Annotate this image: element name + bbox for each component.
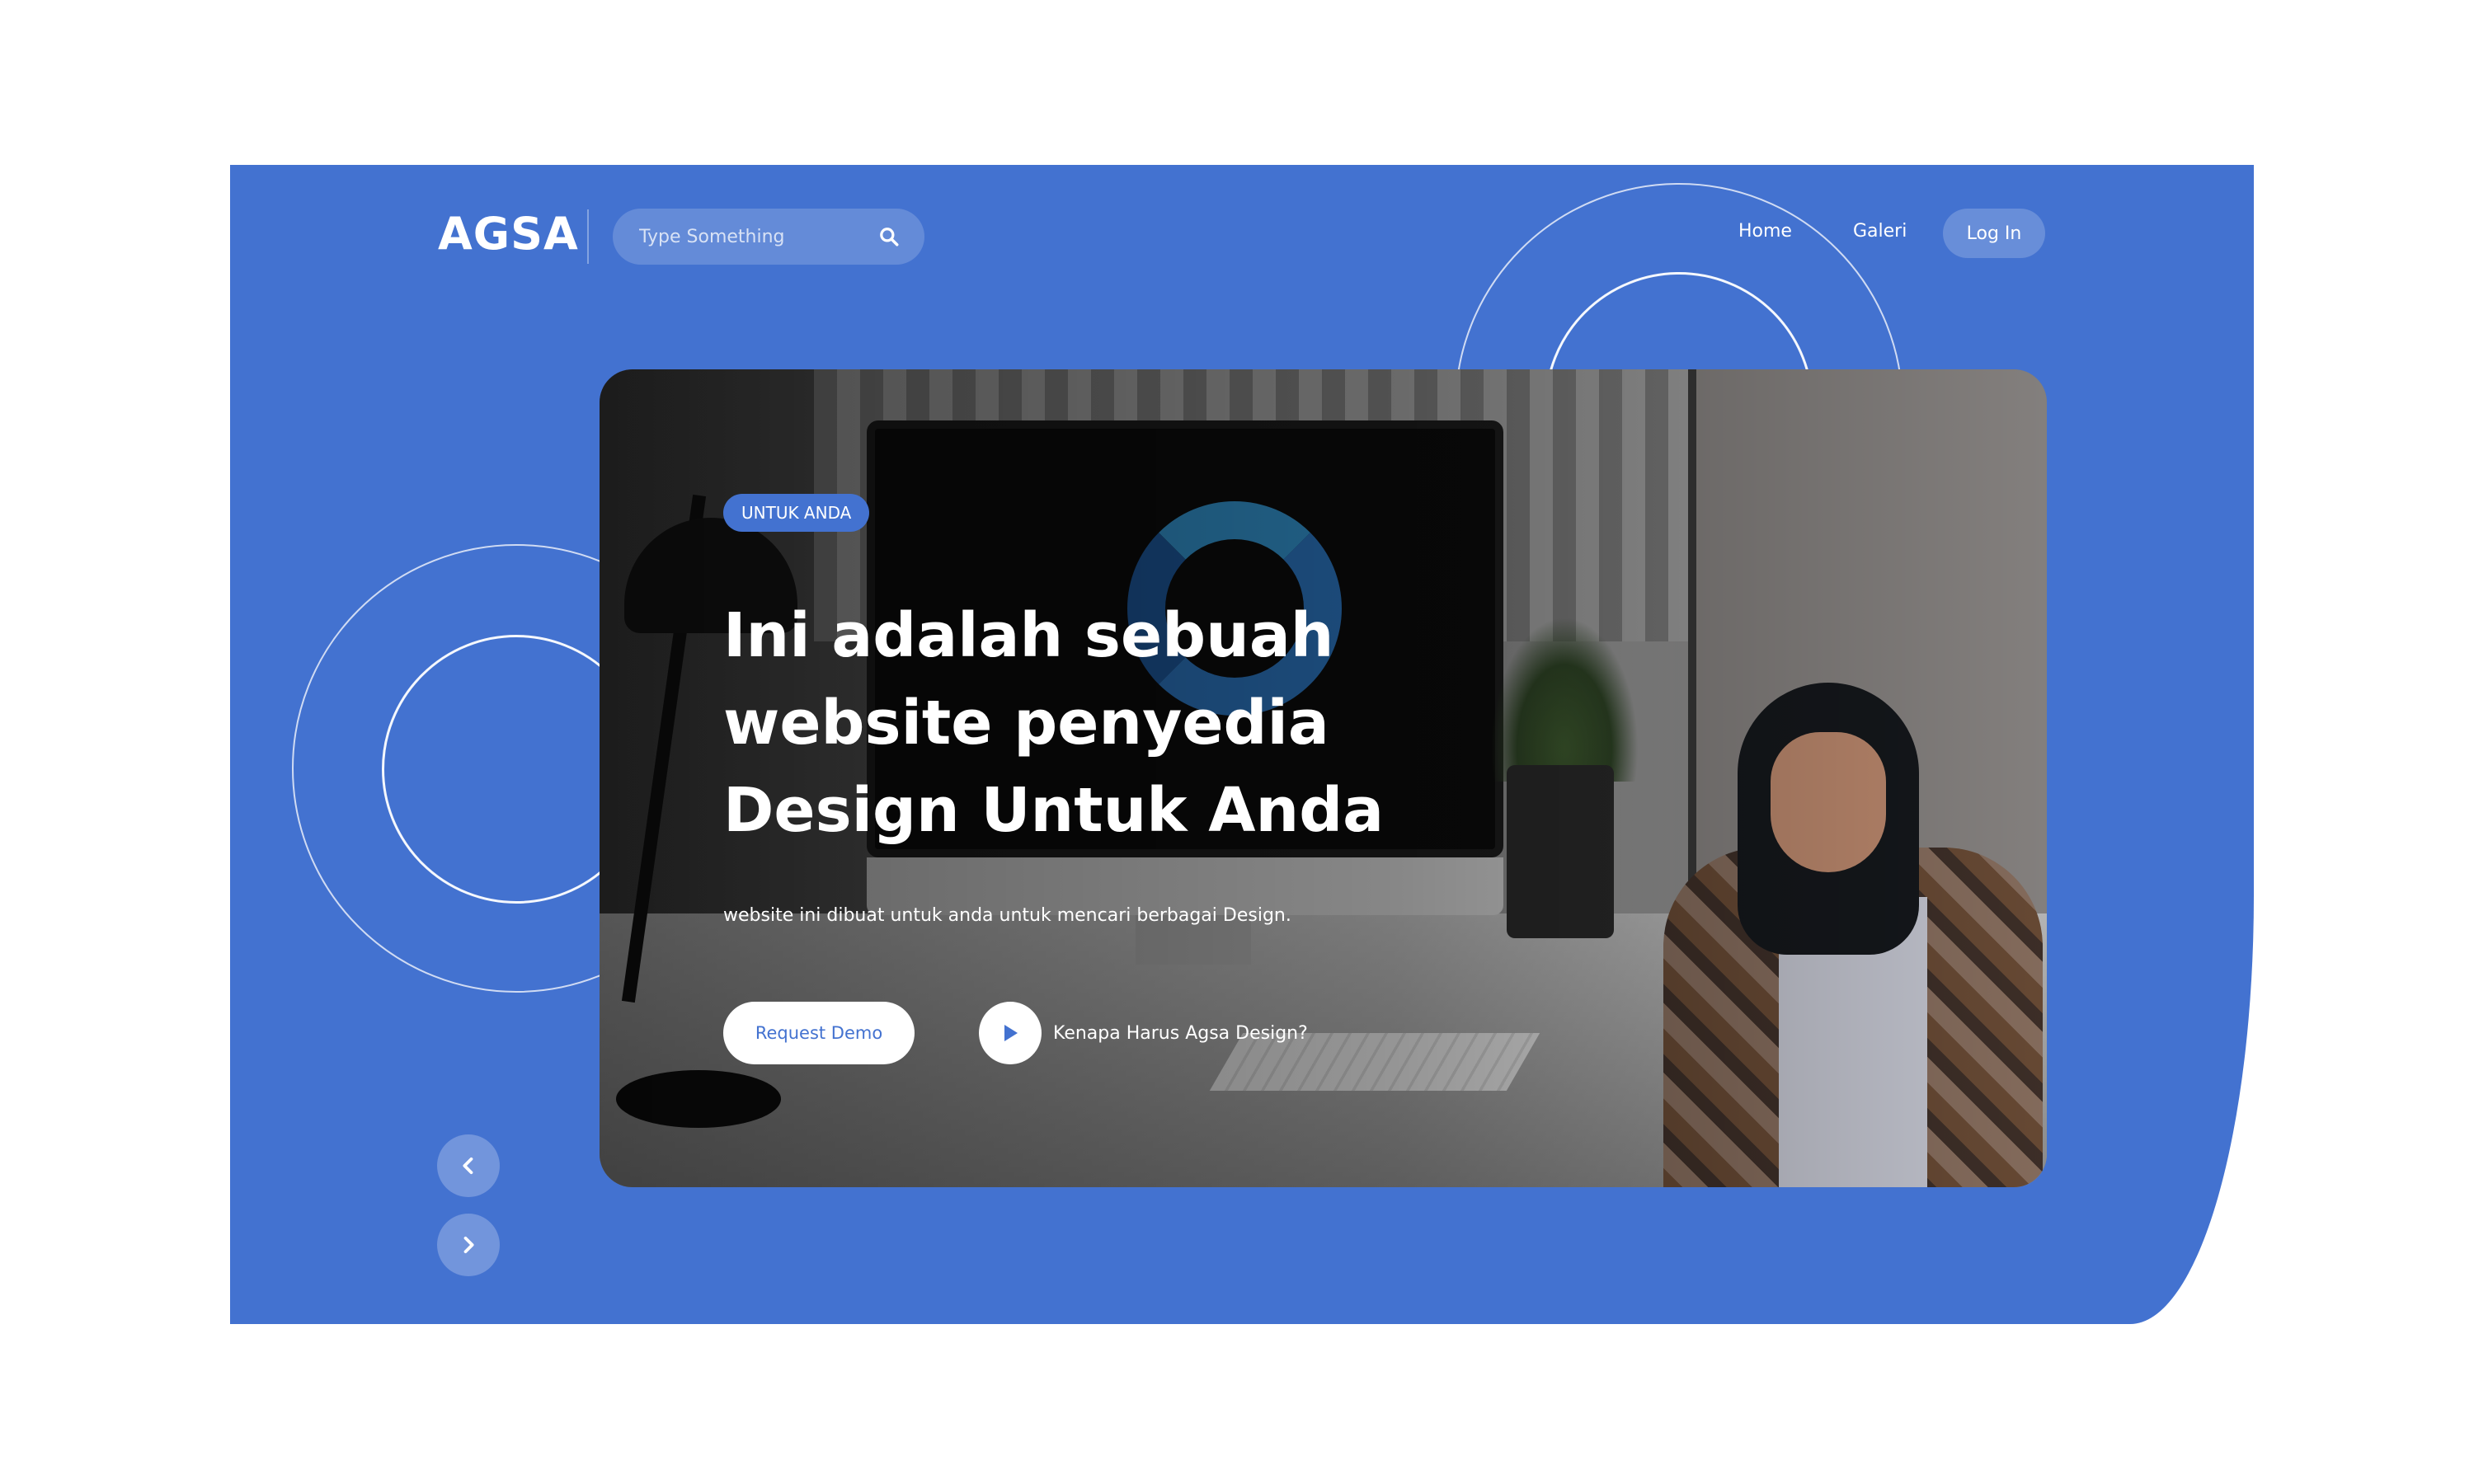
login-button[interactable]: Log In — [1943, 209, 2045, 258]
header-divider — [587, 209, 589, 264]
play-button[interactable] — [979, 1002, 1042, 1064]
carousel-prev-button[interactable] — [437, 1134, 500, 1197]
why-agsa-label: Kenapa Harus Agsa Design? — [1053, 1022, 1308, 1044]
why-agsa-link[interactable]: Kenapa Harus Agsa Design? — [979, 1002, 1308, 1064]
hero-headline-line: Design Untuk Anda — [723, 775, 1385, 846]
play-icon — [1004, 1025, 1018, 1041]
search-icon[interactable] — [878, 226, 900, 247]
hero-headline: Ini adalah sebuah website penyedia Desig… — [723, 592, 1465, 854]
brand-logo[interactable]: AGSA — [438, 208, 579, 260]
hero-card: UNTUK ANDA Ini adalah sebuah website pen… — [600, 369, 2047, 1187]
nav-galeri-link[interactable]: Galeri — [1853, 221, 1907, 242]
hero-headline-line: Ini adalah sebuah — [723, 600, 1334, 671]
chevron-right-icon — [463, 1236, 474, 1254]
hero-badge: UNTUK ANDA — [723, 494, 870, 532]
search-input[interactable] — [637, 225, 878, 248]
hero-subtext: website ini dibuat untuk anda untuk menc… — [723, 905, 1291, 926]
hero-headline-line: website penyedia — [723, 688, 1329, 758]
chevron-left-icon — [463, 1157, 473, 1175]
carousel-next-button[interactable] — [437, 1214, 500, 1276]
request-demo-button[interactable]: Request Demo — [723, 1002, 915, 1064]
hero-section: AGSA Home Galeri Log In — [230, 165, 2254, 1324]
nav-home-link[interactable]: Home — [1738, 221, 1792, 242]
search-bar[interactable] — [613, 209, 924, 265]
